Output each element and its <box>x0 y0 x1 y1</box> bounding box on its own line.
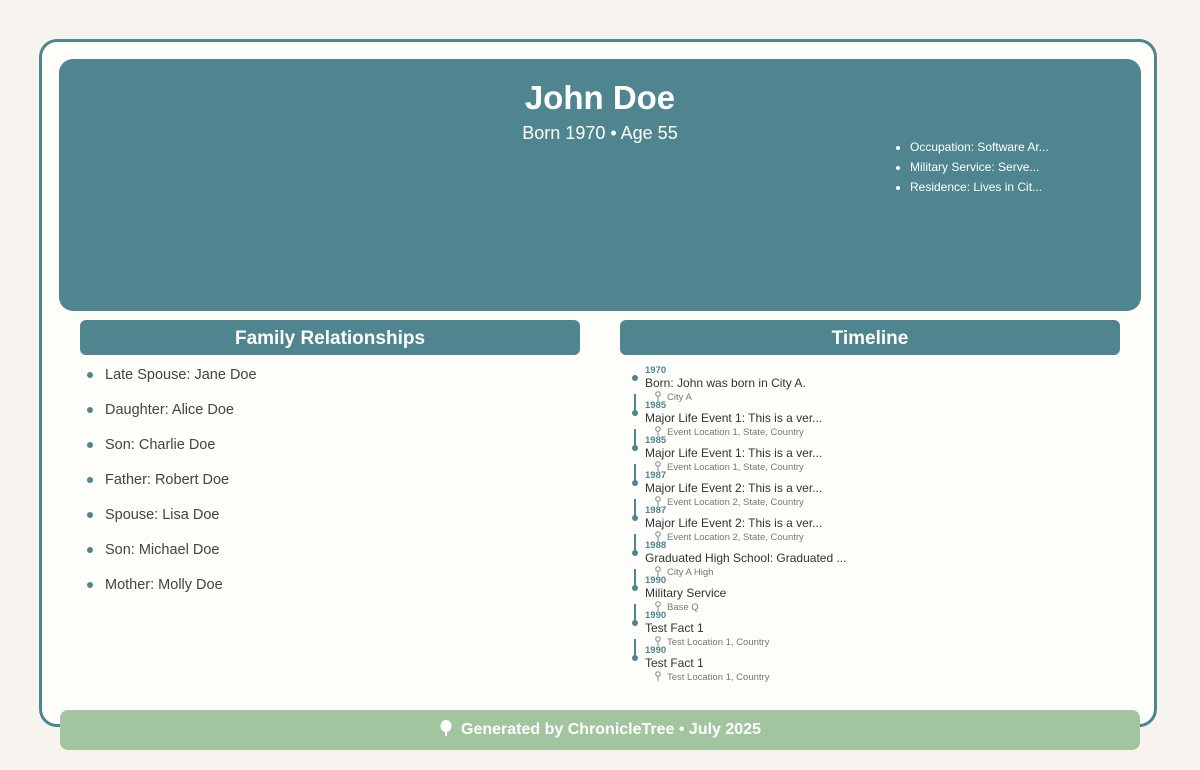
timeline-list: 1970 Born: John was born in City A. City… <box>620 365 1120 683</box>
timeline-location-label: Test Location 1, Country <box>667 672 770 683</box>
bullet-icon <box>87 372 93 378</box>
timeline-heading: Timeline <box>620 320 1120 355</box>
timeline-entry: 1990 Test Fact 1 Test Location 1, Countr… <box>620 604 1120 648</box>
timeline-year: 1970 <box>645 365 667 376</box>
timeline-year: 1990 <box>645 610 667 621</box>
timeline-entry: 1988 Graduated High School: Graduated ..… <box>620 534 1120 578</box>
bullet-icon <box>87 477 93 483</box>
timeline-dot-icon <box>632 585 638 591</box>
timeline-year: 1985 <box>645 400 667 411</box>
timeline-dot-icon <box>632 515 638 521</box>
location-pin-icon <box>655 671 661 681</box>
timeline-entry: 1985 Major Life Event 1: This is a ver..… <box>620 429 1120 473</box>
bullet-icon <box>87 547 93 553</box>
key-facts-list: Occupation: Software Ar... Military Serv… <box>897 137 1049 197</box>
family-heading: Family Relationships <box>80 320 580 355</box>
timeline-event: Born: John was born in City A. <box>645 376 806 390</box>
timeline-entry: 1987 Major Life Event 2: This is a ver..… <box>620 464 1120 508</box>
fact-item: Military Service: Serve... <box>910 157 1049 177</box>
bullet-icon <box>87 582 93 588</box>
timeline-event: Major Life Event 1: This is a ver... <box>645 446 823 460</box>
bullet-icon <box>87 442 93 448</box>
timeline-location: Test Location 1, Country <box>645 671 1120 683</box>
timeline-dot-icon <box>632 620 638 626</box>
timeline-event: Graduated High School: Graduated ... <box>645 551 847 565</box>
timeline-dot-icon <box>632 410 638 416</box>
timeline-year: 1990 <box>645 575 667 586</box>
family-item: Mother: Molly Doe <box>80 578 580 613</box>
footer-text: Generated by ChronicleTree • July 2025 <box>461 721 761 738</box>
family-item-label: Spouse: Lisa Doe <box>105 507 220 523</box>
family-item: Father: Robert Doe <box>80 473 580 508</box>
timeline-year: 1987 <box>645 505 667 516</box>
family-item-label: Daughter: Alice Doe <box>105 402 234 418</box>
fact-item: Occupation: Software Ar... <box>910 137 1049 157</box>
timeline-year: 1988 <box>645 540 667 551</box>
timeline-event: Major Life Event 2: This is a ver... <box>645 516 823 530</box>
family-item: Late Spouse: Jane Doe <box>80 368 580 403</box>
timeline-dot-icon <box>632 480 638 486</box>
family-list: Late Spouse: Jane Doe Daughter: Alice Do… <box>80 368 580 613</box>
family-item: Son: Michael Doe <box>80 543 580 578</box>
timeline-dot-icon <box>632 445 638 451</box>
person-name: John Doe <box>524 79 676 116</box>
timeline-entry: 1990 Military Service Base Q <box>620 569 1120 613</box>
bullet-icon <box>87 407 93 413</box>
family-item-label: Mother: Molly Doe <box>105 577 223 593</box>
timeline-event: Military Service <box>645 586 727 600</box>
timeline-event: Test Fact 1 <box>645 656 704 670</box>
family-item-label: Son: Charlie Doe <box>105 437 216 453</box>
profile-header: John Doe Born 1970 • Age 55 Occupation: … <box>59 59 1141 311</box>
timeline-dot-icon <box>632 550 638 556</box>
family-item-label: Father: Robert Doe <box>105 472 230 488</box>
family-item-label: Late Spouse: Jane Doe <box>105 367 257 383</box>
timeline-event: Test Fact 1 <box>645 621 704 635</box>
family-item-label: Son: Michael Doe <box>105 542 220 558</box>
timeline-entry: 1985 Major Life Event 1: This is a ver..… <box>620 394 1120 438</box>
timeline-dot-icon <box>632 655 638 661</box>
timeline-year: 1985 <box>645 435 667 446</box>
timeline-entry: 1987 Major Life Event 2: This is a ver..… <box>620 499 1120 543</box>
timeline-year: 1990 <box>645 645 667 656</box>
footer-bar: Generated by ChronicleTree • July 2025 <box>60 710 1140 750</box>
bullet-icon <box>87 512 93 518</box>
timeline-entry: 1990 Test Fact 1 Test Location 1, Countr… <box>620 639 1120 683</box>
timeline-dot-icon <box>632 375 638 381</box>
tree-icon <box>440 720 452 736</box>
family-item: Spouse: Lisa Doe <box>80 508 580 543</box>
timeline-event: Major Life Event 1: This is a ver... <box>645 411 823 425</box>
family-item: Son: Charlie Doe <box>80 438 580 473</box>
fact-item: Residence: Lives in Cit... <box>910 177 1049 197</box>
family-item: Daughter: Alice Doe <box>80 403 580 438</box>
timeline-event: Major Life Event 2: This is a ver... <box>645 481 823 495</box>
timeline-entry: 1970 Born: John was born in City A. City… <box>620 365 1120 403</box>
timeline-year: 1987 <box>645 470 667 481</box>
